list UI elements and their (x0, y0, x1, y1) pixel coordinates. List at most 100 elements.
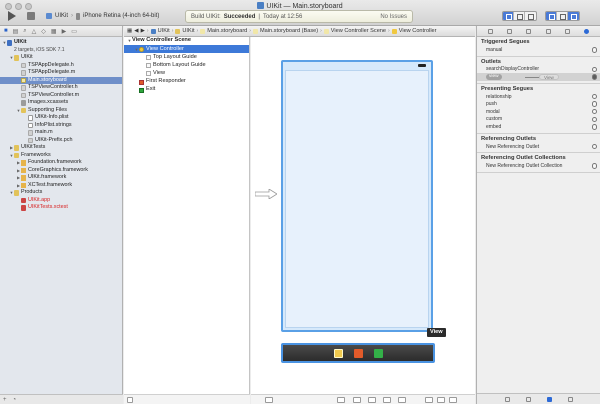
pin-button[interactable] (368, 397, 376, 403)
first-responder-icon[interactable] (353, 348, 363, 358)
size-class-button[interactable] (337, 397, 345, 403)
zoom-out-button[interactable] (425, 397, 433, 403)
connection-modal[interactable]: modal (477, 108, 600, 116)
scheme-target[interactable]: UIKit (55, 13, 68, 19)
status-issues[interactable]: No Issues (380, 14, 407, 20)
navigator-item-tspappdelegate-h[interactable]: TSPAppDelegate.h (0, 62, 122, 70)
connection-well-icon[interactable] (591, 116, 597, 123)
breakpoint-icon[interactable]: ▶ (62, 28, 67, 35)
connection-embed[interactable]: embed (477, 123, 600, 131)
navigator-item-uikit-prefix-pch[interactable]: UIKit-Prefix.pch (0, 137, 122, 145)
navigator-item-images-xcassets[interactable]: Images.xcassets (0, 99, 122, 107)
hide-outline-button[interactable] (127, 397, 133, 403)
breadcrumb-item[interactable]: View Controller (399, 28, 437, 34)
breadcrumb-item[interactable]: UIKit (182, 28, 194, 34)
editor-mode-control[interactable] (502, 11, 537, 21)
toggle-navigator-button[interactable] (546, 12, 557, 20)
assistant-editor-button[interactable] (514, 12, 525, 20)
navigator-item-tspviewcontroller-m[interactable]: TSPViewController.m (0, 92, 122, 100)
root-view[interactable] (285, 70, 429, 328)
file-inspector-icon[interactable] (488, 28, 494, 34)
test-icon[interactable]: ◇ (41, 28, 46, 35)
connection-custom[interactable]: custom (477, 116, 600, 124)
connection-new-referencing-outlet-collection[interactable]: New Referencing Outlet Collection (477, 162, 600, 170)
navigator-item-products[interactable]: ▼ Products (0, 189, 122, 197)
connection-target[interactable]: View (539, 74, 559, 80)
connection-well-icon[interactable] (591, 93, 597, 100)
scheme-selector[interactable]: UIKit › iPhone Retina (4-inch 64-bit) (46, 11, 159, 21)
toggle-utilities-button[interactable] (568, 12, 579, 20)
view-controller-icon[interactable] (333, 348, 343, 358)
navigator-item-uikittests[interactable]: ▶ UIKitTests (0, 144, 122, 152)
navigator-item-frameworks[interactable]: ▼ Frameworks (0, 152, 122, 160)
outline-item-bottom-layout-guide[interactable]: Bottom Layout Guide (124, 62, 249, 70)
standard-editor-button[interactable] (503, 12, 514, 20)
navigator-item-supporting-files[interactable]: ▼ Supporting Files (0, 107, 122, 115)
log-icon[interactable]: ▭ (71, 28, 77, 35)
connection-relationship[interactable]: relationship (477, 93, 600, 101)
connection-view[interactable]: view View (477, 73, 600, 81)
connection-well-icon[interactable] (591, 124, 597, 130)
back-icon[interactable]: ◀ (134, 28, 138, 34)
outline-toggle-button[interactable] (265, 397, 273, 403)
debug-icon[interactable]: ▦ (51, 28, 57, 35)
navigator-item-main-storyboard[interactable]: Main.storyboard (0, 76, 122, 84)
connection-well-icon[interactable] (591, 163, 597, 169)
connection-well-icon[interactable] (591, 74, 597, 80)
filter-icon[interactable]: ◔ (13, 397, 17, 403)
code-snippet-library-icon[interactable] (526, 396, 531, 402)
outline-item-exit[interactable]: Exit (124, 86, 249, 94)
symbol-icon[interactable]: ▤ (13, 28, 19, 35)
navigator-item-tspviewcontroller-h[interactable]: TSPViewController.h (0, 84, 122, 92)
size-inspector-icon[interactable] (564, 28, 570, 34)
connection-push[interactable]: push (477, 100, 600, 108)
outline-item-view-controller-scene[interactable]: ▼ View Controller Scene (124, 37, 249, 45)
attributes-inspector-icon[interactable] (545, 28, 551, 34)
navigator-item-foundation-framework[interactable]: ▶ Foundation.framework (0, 159, 122, 167)
resolve-issues-button[interactable] (383, 397, 391, 403)
media-library-icon[interactable] (568, 396, 573, 402)
object-library-icon[interactable] (547, 396, 552, 402)
zoom-in-button[interactable] (449, 397, 457, 403)
storyboard-canvas[interactable]: View (251, 37, 475, 404)
navigator-item-2-targets-ios-sdk-7-1[interactable]: 2 targets, iOS SDK 7.1 (0, 47, 122, 55)
run-button[interactable] (8, 11, 16, 21)
connection-new-referencing-outlet[interactable]: New Referencing Outlet (477, 143, 600, 151)
outline-item-first-responder[interactable]: First Responder (124, 78, 249, 86)
outline-item-view-controller[interactable]: ▼ View Controller (124, 45, 249, 54)
navigator-item-infoplist-strings[interactable]: InfoPlist.strings (0, 122, 122, 130)
forward-icon[interactable]: ▶ (141, 28, 145, 34)
navigator-item-uikit-app[interactable]: UIKit.app (0, 197, 122, 205)
connection-well-icon[interactable] (591, 143, 597, 150)
navigator-item-xctest-framework[interactable]: ▶ XCTest.framework (0, 182, 122, 190)
align-button[interactable] (353, 397, 361, 403)
version-editor-button[interactable] (525, 12, 536, 20)
file-template-library-icon[interactable] (505, 396, 510, 402)
scheme-device[interactable]: iPhone Retina (4-inch 64-bit) (83, 13, 159, 19)
connection-well-icon[interactable] (591, 101, 597, 107)
search-icon[interactable]: ⌕ (23, 28, 26, 35)
connection-well-icon[interactable] (591, 66, 597, 73)
quick-help-icon[interactable] (507, 28, 513, 34)
connections-inspector-icon[interactable] (583, 28, 589, 34)
connection-manual[interactable]: manual (477, 46, 600, 54)
breadcrumb-item[interactable]: View Controller Scene (331, 28, 386, 34)
add-icon[interactable]: + (3, 397, 7, 403)
view-toggle-control[interactable] (545, 11, 580, 21)
connection-well-icon[interactable] (591, 47, 597, 53)
navigator-item-uikittests-xctest[interactable]: UIKitTests.xctest (0, 204, 122, 212)
resizing-button[interactable] (398, 397, 406, 403)
exit-icon[interactable] (373, 348, 383, 358)
related-items-icon[interactable]: ▦ (127, 28, 132, 34)
view-controller-scene[interactable] (281, 60, 433, 332)
breadcrumb-item[interactable]: UIKit (158, 28, 170, 34)
toggle-debug-area-button[interactable] (557, 12, 568, 20)
folder-icon[interactable]: ■ (4, 28, 8, 34)
navigator-item-uikit-framework[interactable]: ▶ UIKit.framework (0, 174, 122, 182)
navigator-item-main-m[interactable]: main.m (0, 129, 122, 137)
navigator-item-tspappdelegate-m[interactable]: TSPAppDelegate.m (0, 69, 122, 77)
identity-inspector-icon[interactable] (526, 28, 532, 34)
breadcrumb-item[interactable]: Main.storyboard (Base) (260, 28, 318, 34)
navigator-item-coregraphics-framework[interactable]: ▶ CoreGraphics.framework (0, 167, 122, 175)
navigator-item-uikit-info-plist[interactable]: UIKit-Info.plist (0, 114, 122, 122)
